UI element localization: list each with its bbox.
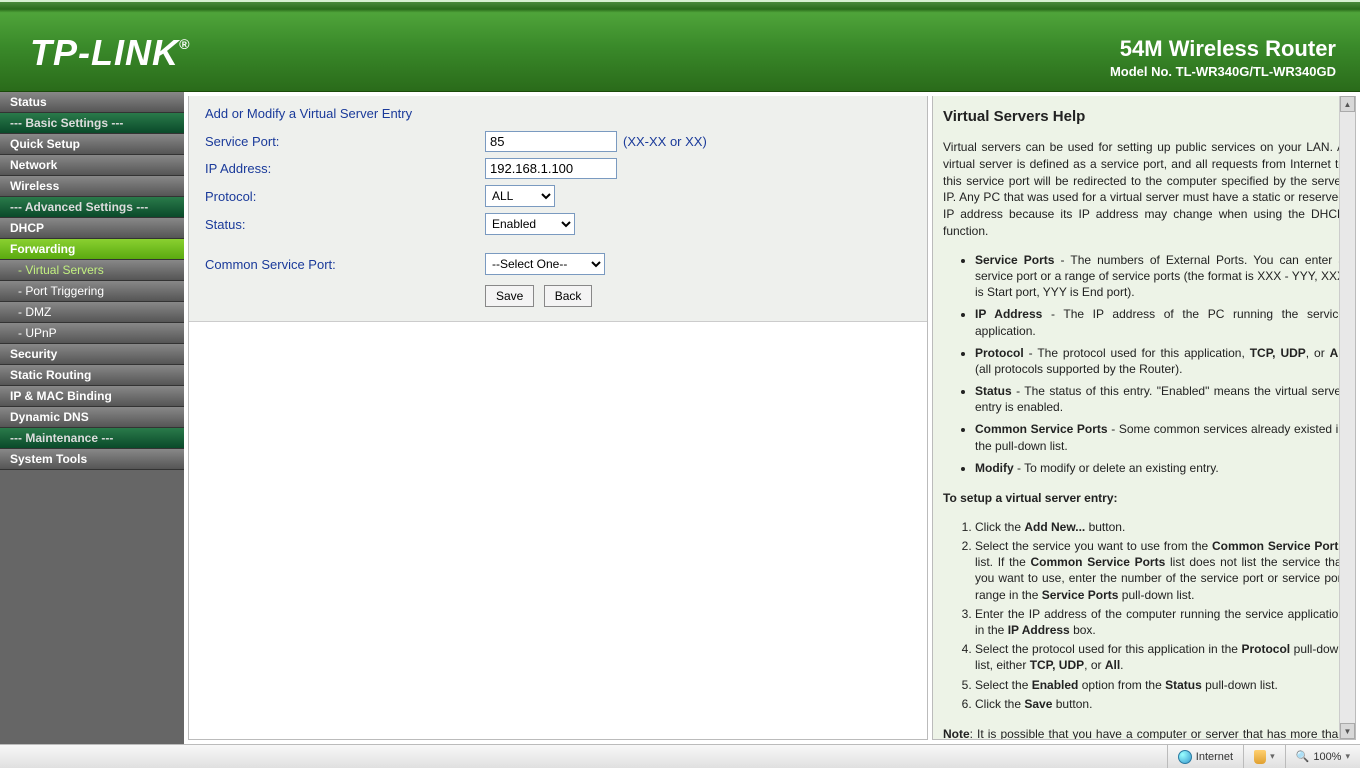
help-bullet: Status - The status of this entry. "Enab… (975, 383, 1345, 415)
help-step: Select the service you want to use from … (975, 538, 1345, 603)
help-panel: Virtual Servers Help Virtual servers can… (932, 96, 1356, 740)
help-bullet: Common Service Ports - Some common servi… (975, 421, 1345, 453)
nav-section-advanced: --- Advanced Settings --- (0, 197, 184, 218)
nav-virtual-servers[interactable]: - Virtual Servers (0, 260, 184, 281)
content-panel: Add or Modify a Virtual Server Entry Ser… (188, 96, 928, 740)
status-zoom[interactable]: 🔍100% ▾ (1285, 745, 1360, 768)
help-bullet: Protocol - The protocol used for this ap… (975, 345, 1345, 377)
nav-wireless[interactable]: Wireless (0, 176, 184, 197)
model-number: Model No. TL-WR340G/TL-WR340GD (1110, 64, 1336, 79)
service-port-input[interactable] (485, 131, 617, 152)
nav-system-tools[interactable]: System Tools (0, 449, 184, 470)
status-select[interactable]: Enabled (485, 213, 575, 235)
shield-icon (1254, 750, 1266, 764)
ip-address-label: IP Address: (205, 161, 485, 176)
globe-icon (1178, 750, 1192, 764)
status-label: Status: (205, 217, 485, 232)
common-service-label: Common Service Port: (205, 257, 485, 272)
help-intro: Virtual servers can be used for setting … (943, 139, 1345, 240)
nav-port-triggering[interactable]: - Port Triggering (0, 281, 184, 302)
common-service-select[interactable]: --Select One-- (485, 253, 605, 275)
scroll-down-icon[interactable]: ▼ (1340, 723, 1355, 739)
nav-ip-mac-binding[interactable]: IP & MAC Binding (0, 386, 184, 407)
nav-dmz[interactable]: - DMZ (0, 302, 184, 323)
nav-sidebar: Status --- Basic Settings --- Quick Setu… (0, 92, 184, 744)
protocol-select[interactable]: ALL (485, 185, 555, 207)
help-step: Select the protocol used for this applic… (975, 641, 1345, 673)
form-title: Add or Modify a Virtual Server Entry (205, 106, 911, 121)
help-bullet: Modify - To modify or delete an existing… (975, 460, 1345, 476)
nav-network[interactable]: Network (0, 155, 184, 176)
help-bullet: IP Address - The IP address of the PC ru… (975, 306, 1345, 338)
back-button[interactable]: Back (544, 285, 593, 307)
help-step: Select the Enabled option from the Statu… (975, 677, 1345, 693)
brand-logo: TP-LINK® (30, 32, 190, 74)
nav-status[interactable]: Status (0, 92, 184, 113)
protocol-label: Protocol: (205, 189, 485, 204)
nav-security[interactable]: Security (0, 344, 184, 365)
service-port-label: Service Port: (205, 134, 485, 149)
help-setup-heading: To setup a virtual server entry: (943, 490, 1345, 507)
nav-upnp[interactable]: - UPnP (0, 323, 184, 344)
help-step: Click the Add New... button. (975, 519, 1345, 535)
help-title: Virtual Servers Help (943, 108, 1345, 125)
product-title: 54M Wireless Router (1110, 36, 1336, 62)
status-internet-zone[interactable]: Internet (1167, 745, 1243, 768)
browser-statusbar: Internet ▾ 🔍100% ▾ (0, 744, 1360, 768)
help-scrollbar[interactable]: ▲ ▼ (1339, 96, 1355, 739)
help-note: Note: It is possible that you have a com… (943, 726, 1345, 740)
nav-dynamic-dns[interactable]: Dynamic DNS (0, 407, 184, 428)
service-port-hint: (XX-XX or XX) (623, 134, 707, 149)
nav-section-maintenance: --- Maintenance --- (0, 428, 184, 449)
ip-address-input[interactable] (485, 158, 617, 179)
help-bullet: Service Ports - The numbers of External … (975, 252, 1345, 301)
help-step: Enter the IP address of the computer run… (975, 606, 1345, 638)
help-step: Click the Save button. (975, 696, 1345, 712)
header-banner: TP-LINK® 54M Wireless Router Model No. T… (0, 0, 1360, 92)
status-protected-mode[interactable]: ▾ (1243, 745, 1285, 768)
save-button[interactable]: Save (485, 285, 534, 307)
nav-quick-setup[interactable]: Quick Setup (0, 134, 184, 155)
nav-dhcp[interactable]: DHCP (0, 218, 184, 239)
scroll-up-icon[interactable]: ▲ (1340, 96, 1355, 112)
nav-forwarding[interactable]: Forwarding (0, 239, 184, 260)
nav-section-basic: --- Basic Settings --- (0, 113, 184, 134)
nav-static-routing[interactable]: Static Routing (0, 365, 184, 386)
